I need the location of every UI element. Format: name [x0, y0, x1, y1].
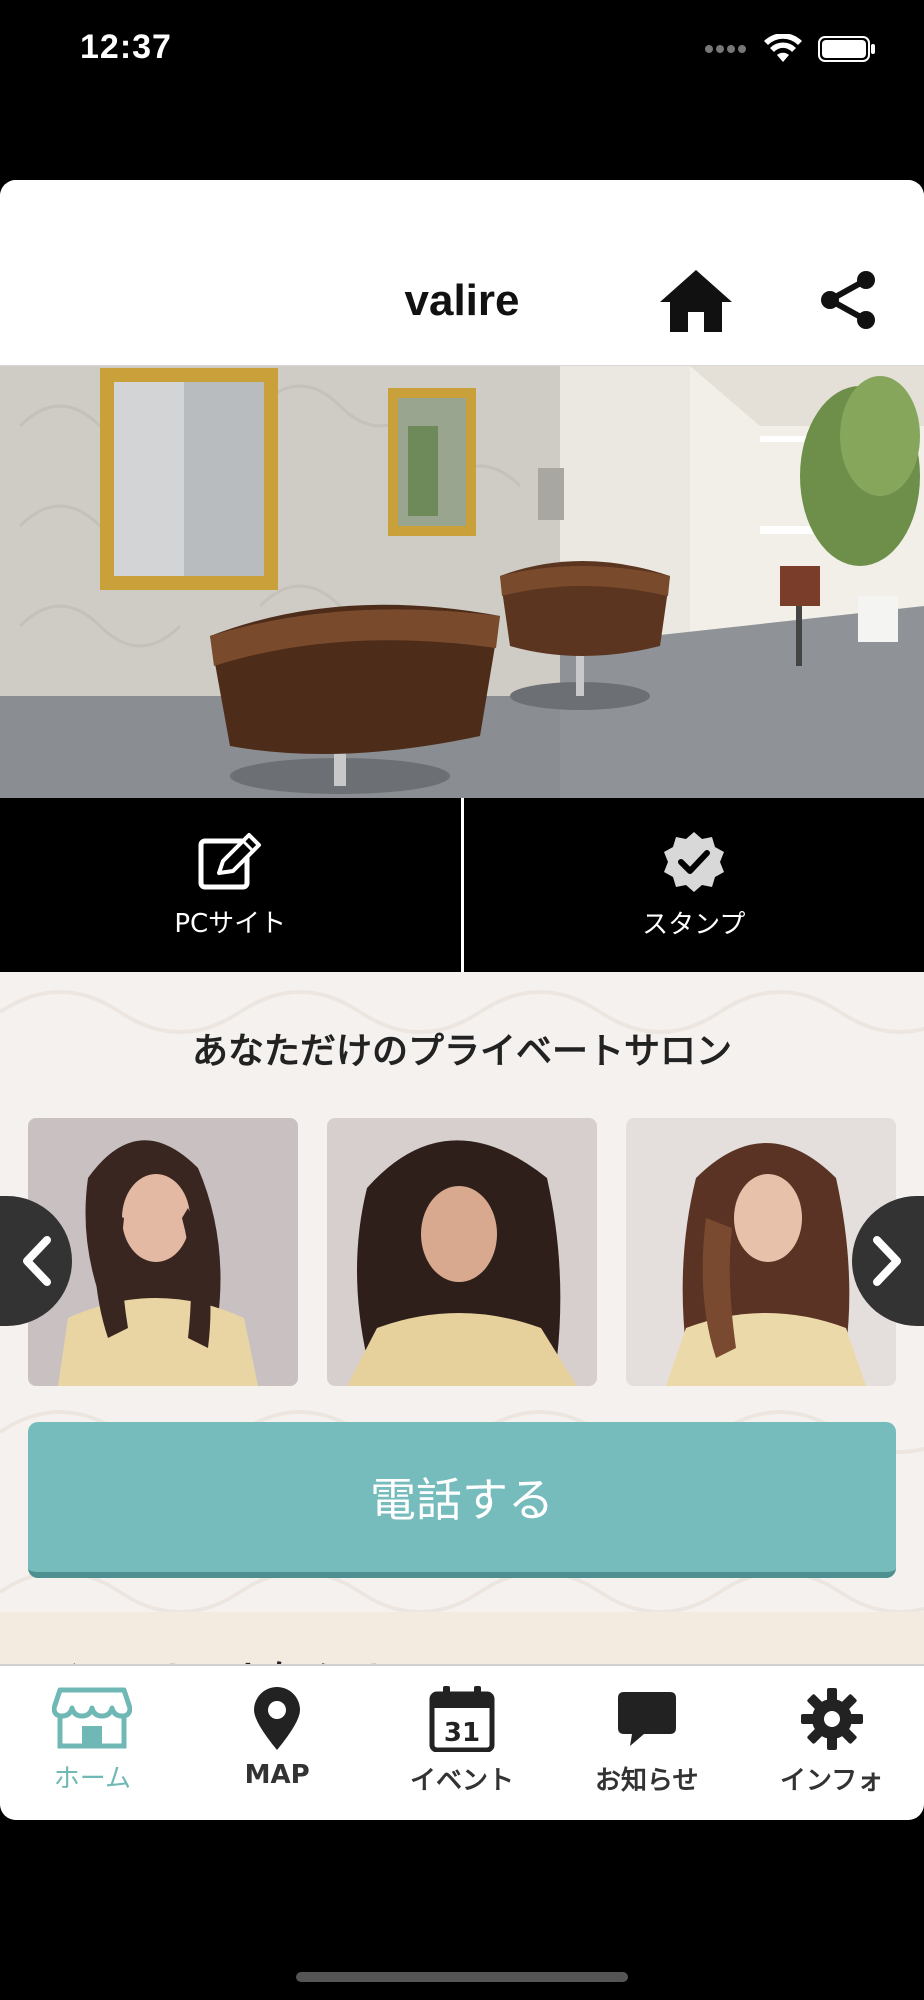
- edit-icon: [198, 832, 262, 889]
- tab-label: インフォ: [779, 1766, 884, 1796]
- wifi-icon: [764, 34, 802, 62]
- tab-event[interactable]: 31 イベント: [370, 1666, 555, 1820]
- store-icon: [52, 1687, 133, 1749]
- page-title: valire: [404, 276, 520, 325]
- tab-map[interactable]: MAP: [185, 1666, 370, 1820]
- app-container: valire PCサイト スタンプ あなただけのプライベートサロン 電話する ホ…: [0, 180, 924, 1820]
- share-icon[interactable]: [816, 268, 880, 332]
- tab-label: お知らせ: [595, 1766, 699, 1796]
- call-button[interactable]: 電話する: [28, 1422, 896, 1578]
- home-indicator[interactable]: [296, 1972, 628, 1982]
- photo-gallery[interactable]: [28, 1118, 896, 1386]
- pc-site-label: PCサイト: [174, 908, 287, 939]
- tab-news[interactable]: お知らせ: [554, 1666, 739, 1820]
- chevron-left-icon: [23, 1236, 51, 1286]
- calendar-icon: 31: [429, 1686, 495, 1752]
- gallery-photo[interactable]: [327, 1118, 597, 1386]
- news-section: イベント・お知らせ: [0, 1612, 924, 1664]
- tab-home[interactable]: ホーム: [0, 1666, 185, 1820]
- tab-info[interactable]: インフォ: [739, 1666, 924, 1820]
- hero-salon-image: [0, 366, 924, 798]
- quick-actions: PCサイト スタンプ: [0, 798, 924, 972]
- tab-label: MAP: [244, 1760, 310, 1790]
- home-icon[interactable]: [656, 266, 736, 336]
- status-bar: 12:37: [0, 0, 924, 100]
- status-time: 12:37: [80, 28, 172, 66]
- stamp-button[interactable]: スタンプ: [460, 798, 924, 972]
- battery-icon: [818, 36, 875, 62]
- stamp-label: スタンプ: [642, 909, 746, 940]
- gear-icon: [800, 1688, 863, 1750]
- app-header: valire: [0, 180, 924, 366]
- calendar-day: 31: [444, 1718, 480, 1748]
- news-heading: イベント・お知らせ: [44, 1650, 385, 1664]
- chevron-right-icon: [873, 1236, 901, 1286]
- map-pin-icon: [254, 1687, 301, 1750]
- tab-label: ホーム: [53, 1764, 132, 1794]
- status-icons: [704, 34, 876, 64]
- verified-badge-icon: [663, 831, 724, 892]
- chat-bubble-icon: [617, 1692, 676, 1746]
- tab-bar: ホーム MAP 31 イベント お知らせ インフォ: [0, 1664, 924, 1820]
- tab-label: イベント: [409, 1766, 514, 1796]
- signal-icon: [705, 45, 746, 53]
- pc-site-button[interactable]: PCサイト: [0, 798, 461, 972]
- section-heading: あなただけのプライベートサロン: [191, 1031, 732, 1072]
